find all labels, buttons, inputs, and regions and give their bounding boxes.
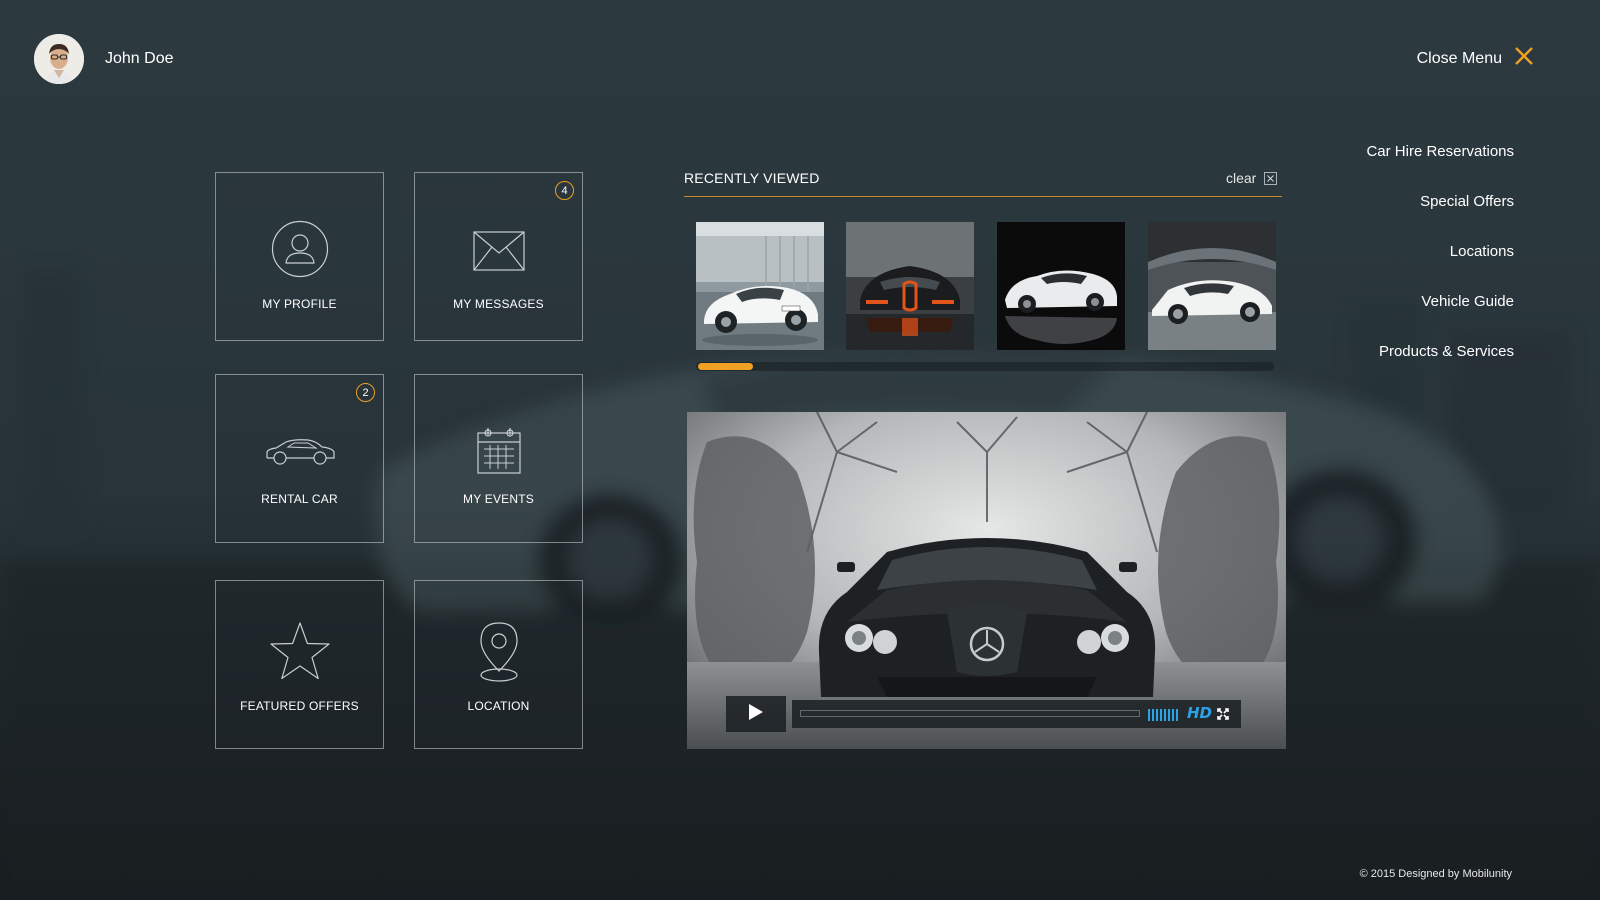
play-button[interactable] <box>726 696 786 732</box>
nav-item-locations[interactable]: Locations <box>1450 243 1514 260</box>
nav-item-vehicle-guide[interactable]: Vehicle Guide <box>1421 293 1514 310</box>
scrollbar-handle[interactable] <box>698 363 753 370</box>
calendar-icon <box>415 427 582 475</box>
hd-quality-toggle[interactable]: HD <box>1187 704 1212 722</box>
play-icon <box>748 703 764 726</box>
car-icon <box>216 438 383 466</box>
video-control-bar: HD <box>792 700 1241 728</box>
user-name: John Doe <box>105 50 174 67</box>
video-progress-bar[interactable] <box>800 710 1140 717</box>
tile-my-messages[interactable]: 4 MY MESSAGES <box>414 172 583 341</box>
clear-label: clear <box>1226 170 1257 186</box>
close-menu-button[interactable]: Close Menu <box>1417 46 1534 71</box>
user-icon <box>216 220 383 278</box>
recently-viewed-title: RECENTLY VIEWED <box>684 170 820 186</box>
tile-label: MY EVENTS <box>463 492 534 506</box>
notification-badge: 2 <box>356 383 375 402</box>
footer-credit: © 2015 Designed by Mobilunity <box>1359 868 1512 880</box>
avatar[interactable] <box>34 34 84 84</box>
nav-item-car-hire-reservations[interactable]: Car Hire Reservations <box>1366 143 1514 160</box>
star-icon <box>216 621 383 681</box>
tile-label: LOCATION <box>467 699 530 713</box>
nav-item-special-offers[interactable]: Special Offers <box>1420 193 1514 210</box>
recent-car-thumbnail[interactable] <box>1148 222 1276 350</box>
tile-featured-offers[interactable]: FEATURED OFFERS <box>215 580 384 749</box>
volume-icon[interactable] <box>1148 708 1180 726</box>
tile-label: MY MESSAGES <box>453 297 544 311</box>
recently-viewed-scrollbar[interactable] <box>696 362 1274 371</box>
video-controls: HD <box>726 696 1241 732</box>
tile-my-events[interactable]: MY EVENTS <box>414 374 583 543</box>
divider <box>684 196 1282 197</box>
tile-location[interactable]: LOCATION <box>414 580 583 749</box>
tile-label: MY PROFILE <box>262 297 337 311</box>
nav-item-products-services[interactable]: Products & Services <box>1379 343 1514 360</box>
fullscreen-icon[interactable] <box>1217 707 1229 725</box>
clear-button[interactable]: clear <box>1226 170 1278 186</box>
notification-badge: 4 <box>555 181 574 200</box>
close-icon <box>1514 46 1534 71</box>
recent-car-thumbnail[interactable] <box>997 222 1125 350</box>
close-menu-label: Close Menu <box>1416 49 1502 67</box>
map-pin-icon <box>415 621 582 683</box>
tile-rental-car[interactable]: 2 RENTAL CAR <box>215 374 384 543</box>
recent-car-thumbnail[interactable] <box>696 222 824 350</box>
close-icon <box>1264 171 1278 185</box>
tile-label: RENTAL CAR <box>261 492 338 506</box>
tile-label: FEATURED OFFERS <box>240 699 359 713</box>
recent-car-thumbnail[interactable] <box>846 222 974 350</box>
tile-my-profile[interactable]: MY PROFILE <box>215 172 384 341</box>
envelope-icon <box>415 231 582 271</box>
video-player[interactable]: HD <box>687 412 1286 749</box>
